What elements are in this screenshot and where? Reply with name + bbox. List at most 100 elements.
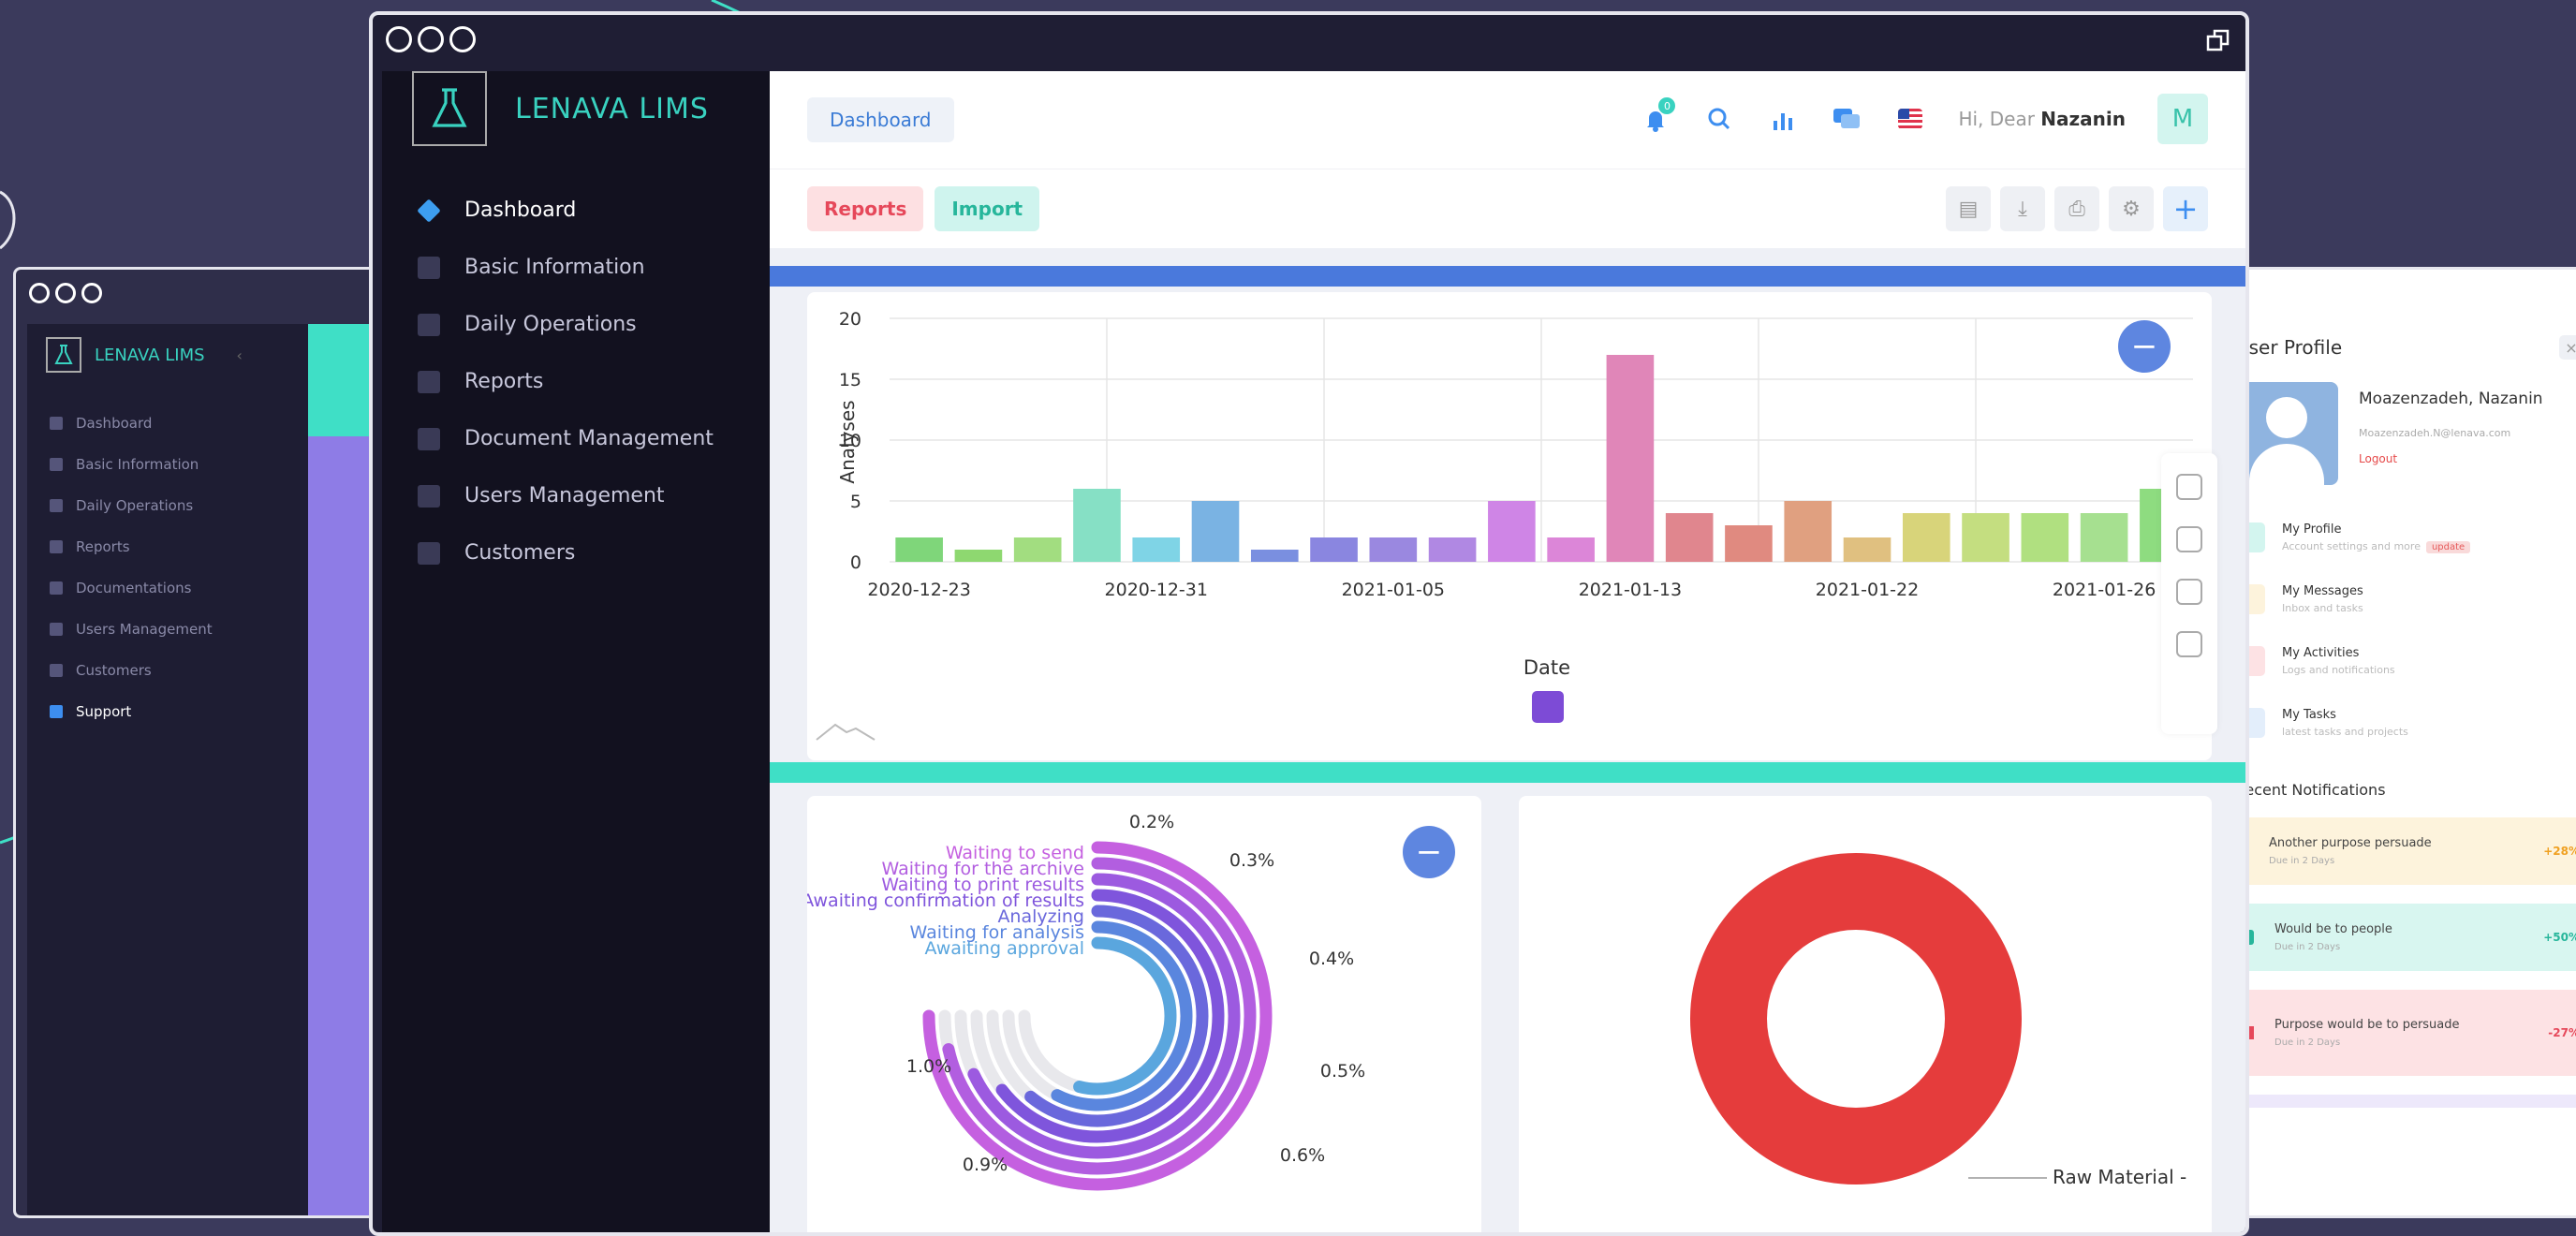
print-icon[interactable]: ⎙ bbox=[2054, 186, 2099, 231]
sidebar-small-item[interactable]: Users Management bbox=[27, 609, 308, 650]
notification-count: 0 bbox=[1658, 97, 1676, 114]
y-tick-label: 20 bbox=[839, 309, 861, 330]
window-dot[interactable] bbox=[55, 283, 76, 303]
brand: LENAVA LIMS bbox=[382, 71, 770, 146]
bar[interactable] bbox=[1843, 537, 1892, 562]
bar[interactable] bbox=[1369, 537, 1418, 562]
recent-notifications-title: Recent Notifications bbox=[2235, 781, 2386, 799]
bar[interactable] bbox=[1132, 537, 1181, 562]
user-avatar-button[interactable]: M bbox=[2157, 94, 2208, 144]
bar[interactable] bbox=[2080, 513, 2128, 562]
profile-menu: My Profile Account settings and more updat… bbox=[2213, 522, 2576, 738]
bar[interactable] bbox=[954, 550, 1003, 562]
sidebar-small-item[interactable]: Reports bbox=[27, 526, 308, 567]
sidebar-small-item[interactable]: Documentations bbox=[27, 567, 308, 609]
collapse-button[interactable]: − bbox=[1403, 826, 1455, 878]
headset-icon[interactable] bbox=[2176, 526, 2202, 552]
bar[interactable] bbox=[895, 537, 943, 562]
sidebar-small-item[interactable]: Support bbox=[27, 691, 308, 732]
user-icon bbox=[418, 484, 440, 508]
greeting: Hi, Dear Nazanin bbox=[1958, 108, 2126, 130]
maximize-icon[interactable] bbox=[2206, 28, 2230, 52]
bar[interactable] bbox=[1902, 513, 1950, 562]
sidebar-item-document-management[interactable]: Document Management bbox=[382, 410, 770, 467]
sidebar-small-label: Documentations bbox=[76, 580, 192, 596]
sidebar-small-label: Dashboard bbox=[76, 415, 153, 432]
notification-item[interactable]: Another purpose persuade Due in 2 Days +2… bbox=[2224, 817, 2576, 885]
profile-menu-item[interactable]: My Tasks latest tasks and projects bbox=[2235, 708, 2576, 738]
chevron-left-icon[interactable]: ‹ bbox=[237, 346, 243, 364]
books-icon bbox=[418, 427, 440, 450]
donut-slice[interactable] bbox=[1690, 853, 2022, 1184]
gear-icon[interactable]: ⚙ bbox=[2109, 186, 2154, 231]
sidebar-small-item[interactable]: Basic Information bbox=[27, 444, 308, 485]
bar[interactable] bbox=[1488, 501, 1536, 562]
books-icon bbox=[50, 581, 63, 595]
bar[interactable] bbox=[1013, 537, 1062, 562]
reports-button[interactable]: Reports bbox=[807, 186, 924, 231]
document-icon[interactable]: ▤ bbox=[1946, 186, 1991, 231]
sidebar-small-item[interactable]: Customers bbox=[27, 650, 308, 691]
add-button[interactable]: + bbox=[2163, 186, 2208, 231]
bar[interactable] bbox=[1250, 550, 1299, 562]
profile-menu-item[interactable]: My Profile Account settings and more updat… bbox=[2235, 522, 2576, 553]
brand-name: LENAVA LIMS bbox=[95, 345, 205, 365]
window-dot[interactable] bbox=[81, 283, 102, 303]
breadcrumb[interactable]: Dashboard bbox=[807, 97, 954, 142]
profile-menu-item[interactable]: My Activities Logs and notifications bbox=[2235, 646, 2576, 676]
sidebar-item-customers[interactable]: Customers bbox=[382, 524, 770, 581]
menu-item-title: My Profile bbox=[2282, 522, 2342, 537]
sidebar-item-dashboard[interactable]: Dashboard bbox=[382, 182, 770, 239]
radial-bar[interactable] bbox=[1073, 936, 1177, 1096]
user-profile-title: User Profile bbox=[2235, 336, 2343, 359]
inbox-icon[interactable] bbox=[2176, 474, 2202, 500]
bar[interactable] bbox=[1073, 489, 1121, 562]
window-dot[interactable] bbox=[449, 26, 476, 52]
diamond-icon bbox=[50, 417, 63, 430]
sidebar-item-basic-information[interactable]: Basic Information bbox=[382, 239, 770, 296]
bar[interactable] bbox=[1428, 537, 1477, 562]
bar[interactable] bbox=[1547, 537, 1595, 562]
bar[interactable] bbox=[1191, 501, 1240, 562]
book-icon[interactable] bbox=[2176, 579, 2202, 605]
donut-chart: Raw Material - bbox=[1690, 853, 2186, 1188]
sidebar-item-daily-operations[interactable]: Daily Operations bbox=[382, 296, 770, 353]
profile-email[interactable]: Moazenzadeh.N@lenava.com bbox=[2359, 427, 2543, 439]
notification-item[interactable]: Purpose would be to persuade Due in 2 Day… bbox=[2224, 990, 2576, 1076]
search-icon[interactable] bbox=[1703, 103, 1735, 135]
section-divider-blue bbox=[770, 266, 2245, 287]
window-dot[interactable] bbox=[29, 283, 50, 303]
side-quick-tools bbox=[2161, 453, 2217, 734]
close-button[interactable]: × bbox=[2559, 335, 2576, 360]
menu-item-subtitle: latest tasks and projects bbox=[2282, 726, 2408, 738]
notification-item[interactable]: Would be to people Due in 2 Days +50% bbox=[2224, 904, 2576, 971]
bar-chart-icon[interactable] bbox=[1767, 103, 1799, 135]
legend-swatch[interactable] bbox=[1532, 691, 1564, 723]
us-flag-icon[interactable] bbox=[1894, 103, 1926, 135]
bar[interactable] bbox=[1962, 513, 2009, 562]
message-icon[interactable] bbox=[2176, 631, 2202, 657]
bar[interactable] bbox=[1310, 537, 1358, 562]
sidebar-item-users-management[interactable]: Users Management bbox=[382, 467, 770, 524]
bar[interactable] bbox=[2021, 513, 2069, 562]
sidebar-item-reports[interactable]: Reports bbox=[382, 353, 770, 410]
profile-menu-item[interactable]: My Messages Inbox and tasks bbox=[2235, 584, 2576, 614]
bar-chart: 05101520 2020-12-23 2020-12-31 2021-01-05 2… bbox=[816, 309, 2193, 741]
clipboard-icon bbox=[418, 370, 440, 393]
bar[interactable] bbox=[1606, 355, 1655, 562]
bar[interactable] bbox=[1665, 513, 1714, 562]
collapse-button[interactable]: − bbox=[2118, 320, 2171, 373]
bar[interactable] bbox=[1784, 501, 1833, 562]
bell-icon[interactable]: 0 bbox=[1640, 97, 1676, 135]
chat-icon[interactable] bbox=[1831, 103, 1862, 135]
radial-chart-card: Waiting to send Waiting for the archive Wa… bbox=[802, 796, 1481, 1232]
bar[interactable] bbox=[1725, 525, 1773, 562]
import-button[interactable]: Import bbox=[935, 186, 1040, 231]
window-dot[interactable] bbox=[418, 26, 444, 52]
sidebar-small-item[interactable]: Daily Operations bbox=[27, 485, 308, 526]
download-icon[interactable]: ⤓ bbox=[2000, 186, 2045, 231]
logout-link[interactable]: Logout bbox=[2359, 452, 2543, 465]
flask-icon bbox=[412, 71, 487, 146]
sidebar-small-item[interactable]: Dashboard bbox=[27, 403, 308, 444]
window-dot[interactable] bbox=[386, 26, 412, 52]
